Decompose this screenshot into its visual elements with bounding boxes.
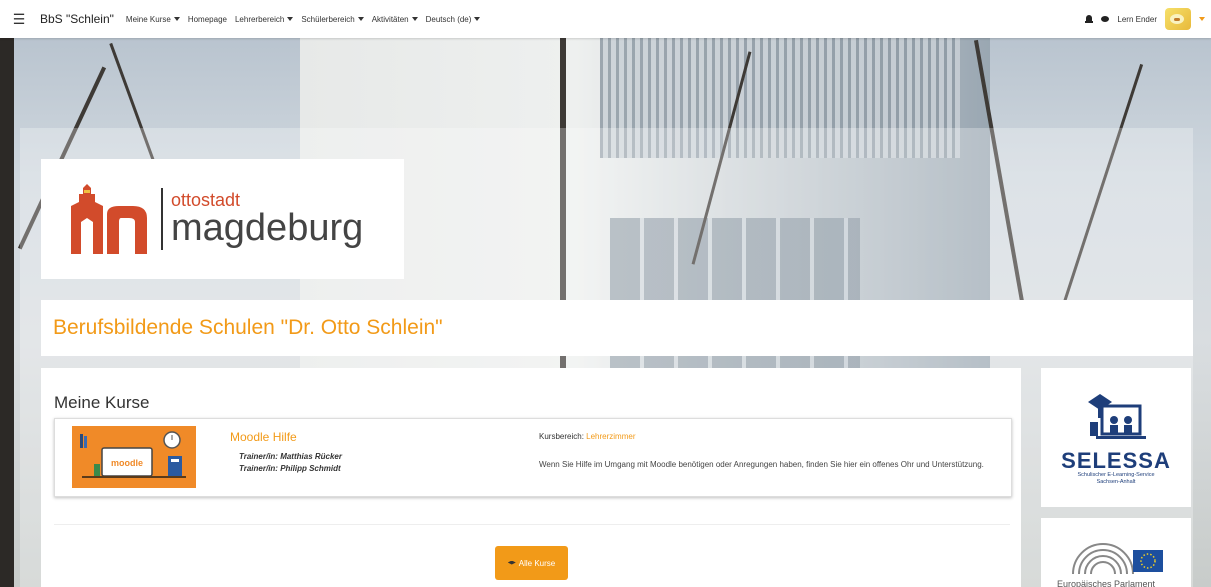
course-summary: Wenn Sie Hilfe im Umgang mit Moodle benö… bbox=[539, 460, 984, 469]
nav-item-language[interactable]: Deutsch (de) bbox=[426, 15, 481, 24]
selessa-logo-icon bbox=[1088, 394, 1146, 439]
nav-item-meine-kurse[interactable]: Meine Kurse bbox=[126, 15, 180, 24]
graduation-cap-icon bbox=[507, 560, 516, 565]
selessa-subtitle-line1: Schulischer E-Learning-Service bbox=[1077, 472, 1155, 478]
divider bbox=[54, 524, 1010, 525]
caret-down-icon bbox=[411, 17, 418, 21]
logo-wordmark: ottostadt magdeburg bbox=[161, 188, 363, 250]
category-label: Kursbereich: bbox=[539, 432, 584, 441]
logo-line-2: magdeburg bbox=[171, 207, 364, 249]
bell-icon[interactable] bbox=[1085, 15, 1094, 23]
nav-item-label: Meine Kurse bbox=[125, 14, 171, 24]
course-category: Kursbereich: Lehrerzimmer bbox=[539, 432, 636, 441]
course-card: moodle Moodle Hilfe Trainer/in: Matthias… bbox=[54, 418, 1012, 497]
nav-item-label: Schülerbereich bbox=[301, 14, 355, 24]
nav-item-lehrerbereich[interactable]: Lehrerbereich bbox=[234, 14, 294, 24]
course-name-link[interactable]: Moodle Hilfe bbox=[230, 430, 297, 444]
hamburger-icon[interactable]: ☰ bbox=[0, 0, 38, 38]
my-courses-block: Meine Kurse moodle Moodle Hilfe Trainer/… bbox=[41, 368, 1021, 587]
caret-down-icon bbox=[173, 17, 180, 21]
nav-item-label: Aktivitäten bbox=[371, 14, 409, 24]
caret-down-icon bbox=[357, 17, 364, 21]
course-image[interactable]: moodle bbox=[72, 426, 196, 488]
nav-item-label: Lehrerbereich bbox=[234, 14, 285, 24]
my-courses-heading: Meine Kurse bbox=[54, 393, 150, 412]
category-link[interactable]: Lehrerzimmer bbox=[586, 432, 635, 441]
user-menu-caret-icon[interactable] bbox=[1199, 17, 1205, 21]
nav-item-label: Deutsch (de) bbox=[425, 14, 472, 24]
caret-down-icon bbox=[474, 17, 481, 21]
selessa-subtitle-line2: Sachsen-Anhalt bbox=[1096, 479, 1136, 485]
european-parliament-block[interactable]: Europäisches Parlament bbox=[1041, 518, 1191, 587]
selessa-block[interactable]: SELESSA Schulischer E-Learning-Service S… bbox=[1041, 368, 1191, 507]
selessa-title: SELESSA bbox=[1061, 448, 1171, 473]
site-logo[interactable]: ottostadt magdeburg bbox=[41, 159, 404, 279]
parliament-logo-icon bbox=[1072, 543, 1163, 575]
page-title: Berufsbildende Schulen "Dr. Otto Schlein… bbox=[53, 316, 443, 339]
site-brand[interactable]: BbS "Schlein" bbox=[40, 12, 114, 26]
caret-down-icon bbox=[287, 17, 294, 21]
selessa-subtitle: Schulischer E-Learning-Service Sachsen-A… bbox=[1041, 472, 1191, 486]
all-courses-button[interactable]: Alle Kurse bbox=[495, 546, 568, 580]
tree-trunk bbox=[0, 38, 14, 587]
user-name[interactable]: Lern Ender bbox=[1117, 15, 1157, 24]
chat-icon[interactable] bbox=[1101, 16, 1110, 22]
nav-item-label: Homepage bbox=[187, 14, 227, 24]
page-header: Berufsbildende Schulen "Dr. Otto Schlein… bbox=[41, 300, 1193, 356]
nav-item-aktivitaeten[interactable]: Aktivitäten bbox=[372, 15, 418, 24]
parliament-text: Europäisches Parlament bbox=[1057, 579, 1156, 587]
all-courses-label: Alle Kurse bbox=[518, 558, 556, 568]
magdeburg-logo-icon bbox=[67, 184, 151, 254]
top-navbar: ☰ BbS "Schlein" Meine Kurse Homepage Leh… bbox=[0, 0, 1211, 38]
nav-item-schuelerbereich[interactable]: Schülerbereich bbox=[301, 14, 364, 24]
course-trainer: Trainer/in: Matthias Rücker bbox=[239, 452, 342, 461]
avatar[interactable] bbox=[1165, 8, 1191, 30]
course-trainer: Trainer/in: Philipp Schmidt bbox=[239, 464, 341, 473]
navbar-user-area: Lern Ender bbox=[1085, 8, 1205, 30]
course-image-label: moodle bbox=[111, 458, 143, 468]
nav-item-homepage[interactable]: Homepage bbox=[188, 15, 227, 24]
